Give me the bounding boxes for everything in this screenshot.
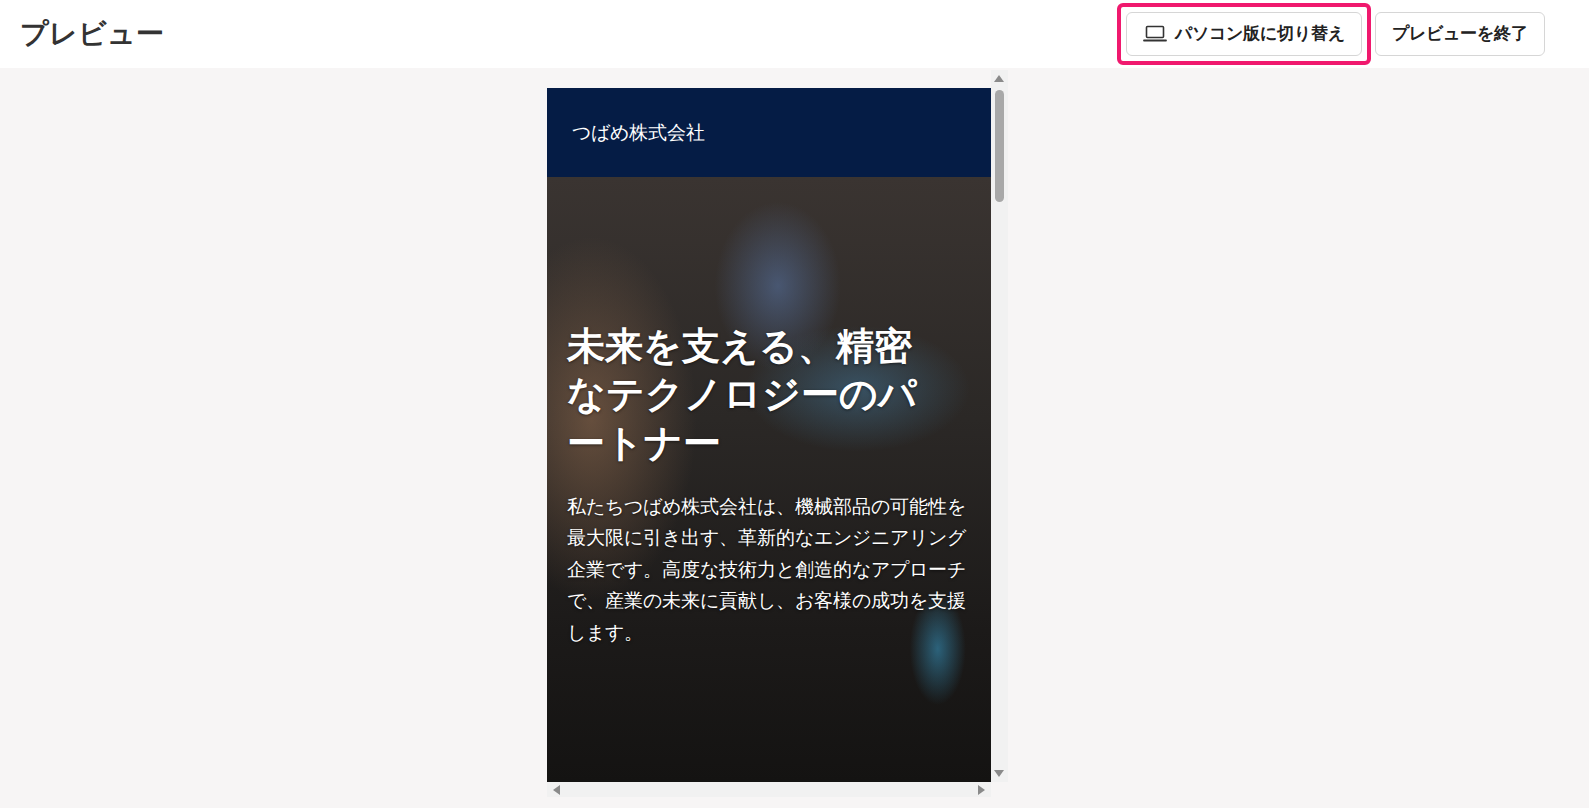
switch-desktop-button[interactable]: パソコン版に切り替え bbox=[1126, 12, 1362, 56]
scroll-down-icon[interactable] bbox=[994, 770, 1004, 777]
preview-viewport[interactable]: つばめ株式会社未来を支える、精密なテクノロジーのパートナー私たちつばめ株式会社は… bbox=[547, 70, 991, 782]
hero-body: 私たちつばめ株式会社は、機械部品の可能性を最大限に引き出す、革新的なエンジニアリ… bbox=[567, 491, 971, 649]
scroll-up-icon[interactable] bbox=[994, 75, 1004, 82]
page-title: プレビュー bbox=[20, 17, 164, 51]
top-bar: プレビュー パソコン版に切り替え プレビューを終了 bbox=[0, 0, 1589, 68]
button-highlight: パソコン版に切り替え bbox=[1117, 3, 1371, 65]
mobile-preview-frame: つばめ株式会社未来を支える、精密なテクノロジーのパートナー私たちつばめ株式会社は… bbox=[547, 70, 1008, 797]
header-actions: パソコン版に切り替え プレビューを終了 bbox=[1117, 3, 1554, 65]
company-name: つばめ株式会社 bbox=[572, 118, 705, 147]
scroll-left-icon[interactable] bbox=[553, 785, 560, 795]
hero-section: 未来を支える、精密なテクノロジーのパートナー私たちつばめ株式会社は、機械部品の可… bbox=[547, 177, 991, 782]
hero-heading: 未来を支える、精密なテクノロジーのパートナー bbox=[567, 322, 947, 467]
site-header: つばめ株式会社 bbox=[547, 88, 991, 177]
preview-area: つばめ株式会社未来を支える、精密なテクノロジーのパートナー私たちつばめ株式会社は… bbox=[0, 68, 1589, 808]
end-preview-button[interactable]: プレビューを終了 bbox=[1375, 12, 1545, 56]
scroll-corner bbox=[991, 782, 1008, 797]
vertical-scrollbar[interactable] bbox=[991, 70, 1008, 782]
horizontal-scrollbar[interactable] bbox=[547, 782, 991, 797]
scroll-thumb[interactable] bbox=[995, 90, 1004, 202]
button-label: パソコン版に切り替え bbox=[1175, 21, 1345, 47]
button-highlight: プレビューを終了 bbox=[1371, 3, 1554, 65]
laptop-icon bbox=[1143, 25, 1167, 43]
scroll-right-icon[interactable] bbox=[978, 785, 985, 795]
button-label: プレビューを終了 bbox=[1392, 21, 1528, 47]
